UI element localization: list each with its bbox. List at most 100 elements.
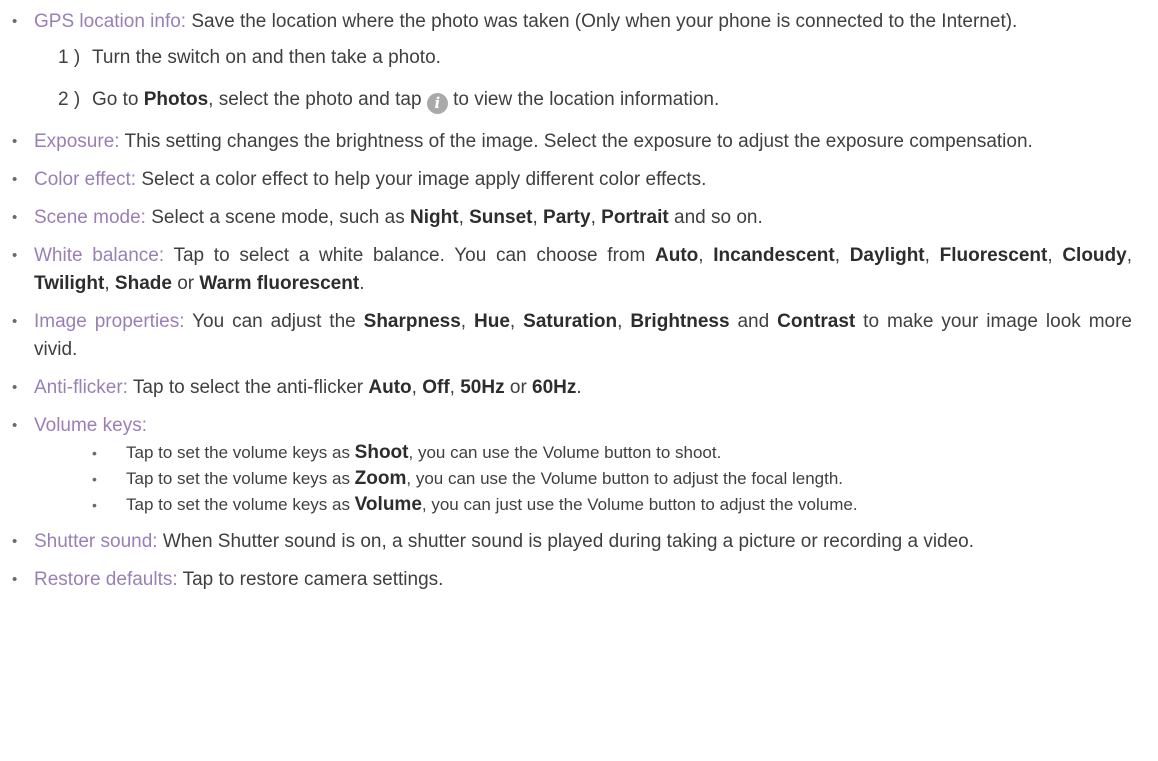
term-image-properties: Image properties: — [34, 311, 185, 332]
sub-text: , you can just use the Volume button to … — [421, 495, 858, 514]
separator: , — [460, 311, 475, 332]
separator: , — [924, 245, 940, 266]
option-label: Auto — [655, 245, 699, 266]
desc-text: Select a scene mode, such as — [145, 207, 411, 228]
option-label: Party — [543, 207, 591, 228]
sub-text: Tap to set the volume keys as — [126, 469, 355, 488]
list-item-volume-keys: • Volume keys: • Tap to set the volume k… — [10, 412, 1132, 518]
term-shutter-sound: Shutter sound: — [34, 531, 158, 552]
sub-item-volume: • Tap to set the volume keys as Volume, … — [34, 492, 1132, 518]
camera-settings-list: • GPS location info: Save the location w… — [10, 8, 1132, 594]
bullet: • — [12, 417, 18, 434]
step-number: 2 ) — [58, 89, 81, 110]
step-text: Go to — [92, 89, 144, 110]
sub-bullet: • — [92, 445, 97, 461]
sub-text: Tap to set the volume keys as — [126, 443, 355, 462]
separator: , — [104, 273, 115, 294]
list-item-shutter-sound: • Shutter sound: When Shutter sound is o… — [10, 528, 1132, 556]
separator: , — [411, 377, 423, 398]
option-label: Contrast — [777, 311, 856, 332]
separator: and — [729, 311, 778, 332]
info-icon: i — [426, 93, 448, 114]
option-label: Zoom — [354, 468, 407, 489]
bullet: • — [12, 533, 18, 550]
option-label: Cloudy — [1062, 245, 1127, 266]
bullet: • — [12, 13, 18, 30]
option-label: Saturation — [523, 311, 618, 332]
separator: , — [590, 207, 602, 228]
separator: , — [1126, 245, 1132, 266]
sub-item-zoom: • Tap to set the volume keys as Zoom, yo… — [34, 466, 1132, 492]
desc-text: You can adjust the — [184, 311, 364, 332]
separator: , — [449, 377, 461, 398]
separator: , — [509, 311, 524, 332]
separator: . — [359, 273, 365, 294]
option-label: Sunset — [469, 207, 533, 228]
list-item-scene-mode: • Scene mode: Select a scene mode, such … — [10, 204, 1132, 232]
desc-exposure: This setting changes the brightness of t… — [119, 131, 1033, 152]
list-item-restore-defaults: • Restore defaults: Tap to restore camer… — [10, 566, 1132, 594]
desc-shutter-sound: When Shutter sound is on, a shutter soun… — [157, 531, 975, 552]
desc-text: Tap to select the anti-flicker — [127, 377, 369, 398]
term-white-balance: White balance: — [34, 245, 165, 266]
separator: , — [698, 245, 714, 266]
sub-text: Tap to set the volume keys as — [126, 495, 355, 514]
desc-gps: Save the location where the photo was ta… — [186, 11, 1018, 32]
bullet: • — [12, 247, 18, 264]
term-restore-defaults: Restore defaults: — [34, 569, 178, 590]
list-item-gps: • GPS location info: Save the location w… — [10, 8, 1132, 114]
bullet: • — [12, 209, 18, 226]
list-item-exposure: • Exposure: This setting changes the bri… — [10, 128, 1132, 156]
option-label: Shoot — [354, 442, 409, 463]
option-label: Daylight — [849, 245, 925, 266]
step-2: 2 ) Go to Photos, select the photo and t… — [34, 86, 1132, 114]
sub-text: , you can use the Volume button to adjus… — [406, 469, 844, 488]
option-label: Off — [422, 377, 450, 398]
bullet: • — [12, 171, 18, 188]
desc-text: Tap to select a white balance. You can c… — [164, 245, 656, 266]
option-label: Hue — [474, 311, 510, 332]
term-exposure: Exposure: — [34, 131, 120, 152]
step-1: 1 ) Turn the switch on and then take a p… — [34, 44, 1132, 72]
separator: , — [617, 311, 631, 332]
separator: or — [504, 377, 533, 398]
separator: . — [576, 377, 582, 398]
list-item-white-balance: • White balance: Tap to select a white b… — [10, 242, 1132, 298]
option-label: Auto — [368, 377, 412, 398]
list-item-color-effect: • Color effect: Select a color effect to… — [10, 166, 1132, 194]
step-number: 1 ) — [58, 47, 81, 68]
desc-restore-defaults: Tap to restore camera settings. — [177, 569, 444, 590]
option-label: 50Hz — [460, 377, 505, 398]
term-anti-flicker: Anti-flicker: — [34, 377, 128, 398]
sub-bullet: • — [92, 471, 97, 487]
bullet: • — [12, 133, 18, 150]
sub-text: , you can use the Volume button to shoot… — [408, 443, 722, 462]
option-label: Fluorescent — [939, 245, 1048, 266]
separator: , — [834, 245, 850, 266]
option-label: Brightness — [630, 311, 730, 332]
option-label: Twilight — [34, 273, 105, 294]
option-label: Night — [410, 207, 459, 228]
term-scene-mode: Scene mode: — [34, 207, 146, 228]
option-label: Incandescent — [713, 245, 835, 266]
separator: , — [1047, 245, 1063, 266]
separator: or — [171, 273, 200, 294]
term-color-effect: Color effect: — [34, 169, 137, 190]
separator: , — [532, 207, 544, 228]
separator: , — [458, 207, 470, 228]
photos-label: Photos — [143, 89, 209, 110]
sub-bullet: • — [92, 497, 97, 513]
option-label: Portrait — [601, 207, 669, 228]
option-label: Warm fluorescent — [199, 273, 360, 294]
bullet: • — [12, 571, 18, 588]
option-label: Shade — [114, 273, 172, 294]
desc-color-effect: Select a color effect to help your image… — [136, 169, 707, 190]
desc-text: and so on. — [668, 207, 763, 228]
step-text: to view the location information. — [447, 89, 720, 110]
list-item-image-properties: • Image properties: You can adjust the S… — [10, 308, 1132, 364]
term-gps: GPS location info: — [34, 11, 187, 32]
list-item-anti-flicker: • Anti-flicker: Tap to select the anti-f… — [10, 374, 1132, 402]
sub-item-shoot: • Tap to set the volume keys as Shoot, y… — [34, 440, 1132, 466]
bullet: • — [12, 313, 18, 330]
bullet: • — [12, 379, 18, 396]
